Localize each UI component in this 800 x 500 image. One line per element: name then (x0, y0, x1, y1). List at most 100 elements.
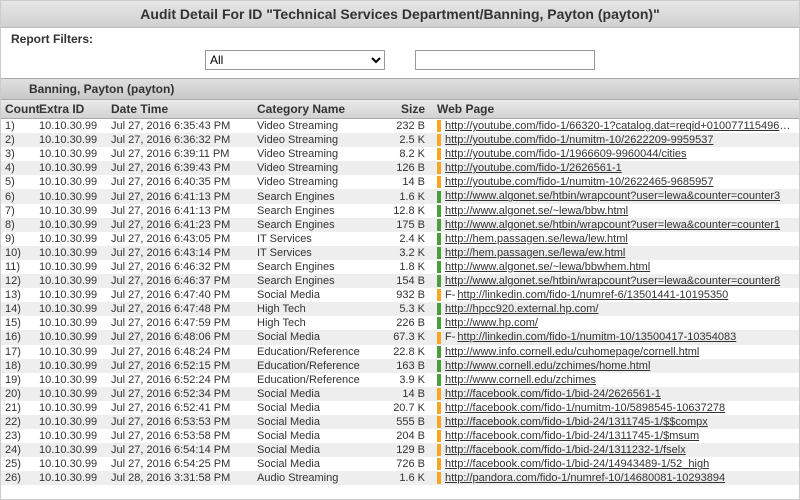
cell-category: Social Media (253, 443, 381, 457)
webpage-link[interactable]: http://www.algonet.se/htbin/wrapcount?us… (445, 190, 780, 202)
table-row: 23)10.10.30.99Jul 27, 2016 6:53:58 PMSoc… (1, 429, 799, 443)
cell-datetime: Jul 27, 2016 6:52:34 PM (107, 387, 253, 401)
group-header: Banning, Payton (payton) (1, 78, 799, 100)
col-extra[interactable]: Extra ID (35, 100, 107, 119)
webpage-link[interactable]: http://www.algonet.se/htbin/wrapcount?us… (445, 219, 780, 231)
cell-count: 9) (1, 232, 35, 246)
cell-category: Video Streaming (253, 175, 381, 189)
webpage-link[interactable]: http://www.algonet.se/~lewa/bbw.html (445, 205, 628, 217)
table-row: 4)10.10.30.99Jul 27, 2016 6:39:43 PMVide… (1, 161, 799, 175)
cell-size: 5.3 K (381, 302, 433, 316)
webpage-link[interactable]: http://hem.passagen.se/lewa/lew.html (445, 233, 628, 245)
webpage-link[interactable]: http://facebook.com/fido-1/bid-24/262656… (445, 388, 661, 400)
cell-webpage: http://facebook.com/fido-1/numitm-10/589… (433, 401, 799, 415)
status-bar-icon (437, 205, 441, 217)
cell-count: 17) (1, 345, 35, 359)
cell-datetime: Jul 27, 2016 6:41:13 PM (107, 189, 253, 203)
webpage-link[interactable]: http://hem.passagen.se/lewa/ew.html (445, 247, 625, 259)
webpage-link[interactable]: http://youtube.com/fido-1/66320-1?catalo… (445, 120, 799, 132)
webpage-link[interactable]: http://linkedin.com/fido-1/numref-6/1350… (457, 289, 728, 301)
cell-size: 22.8 K (381, 345, 433, 359)
status-bar-icon (437, 219, 441, 231)
cell-extra-id: 10.10.30.99 (35, 204, 107, 218)
webpage-link[interactable]: http://youtube.com/fido-1/1966609-996004… (445, 148, 687, 160)
cell-size: 3.2 K (381, 246, 433, 260)
cell-size: 12.8 K (381, 204, 433, 218)
table-row: 9)10.10.30.99Jul 27, 2016 6:43:05 PMIT S… (1, 232, 799, 246)
cell-webpage: http://facebook.com/fido-1/bid-24/149434… (433, 457, 799, 471)
table-row: 16)10.10.30.99Jul 27, 2016 6:48:06 PMSoc… (1, 330, 799, 344)
cell-webpage: http://hem.passagen.se/lewa/lew.html (433, 232, 799, 246)
cell-extra-id: 10.10.30.99 (35, 316, 107, 330)
webpage-link[interactable]: http://facebook.com/fido-1/bid-24/131174… (445, 430, 699, 442)
cell-datetime: Jul 27, 2016 6:52:24 PM (107, 373, 253, 387)
report-filters: Report Filters: All (1, 28, 799, 78)
webpage-link[interactable]: http://facebook.com/fido-1/bid-24/149434… (445, 458, 709, 470)
page-title: Audit Detail For ID "Technical Services … (1, 1, 799, 28)
table-row: 15)10.10.30.99Jul 27, 2016 6:47:59 PMHig… (1, 316, 799, 330)
webpage-link[interactable]: http://hpcc920.external.hp.com/ (445, 303, 598, 315)
table-row: 7)10.10.30.99Jul 27, 2016 6:41:13 PMSear… (1, 204, 799, 218)
cell-datetime: Jul 27, 2016 6:52:41 PM (107, 401, 253, 415)
cell-extra-id: 10.10.30.99 (35, 401, 107, 415)
cell-category: Search Engines (253, 218, 381, 232)
col-category[interactable]: Category Name (253, 100, 381, 119)
filter-input[interactable] (415, 50, 595, 70)
cell-count: 13) (1, 288, 35, 302)
cell-webpage: http://facebook.com/fido-1/bid-24/131174… (433, 415, 799, 429)
table-row: 18)10.10.30.99Jul 27, 2016 6:52:15 PMEdu… (1, 359, 799, 373)
webpage-link[interactable]: http://www.cornell.edu/zchimes/home.html (445, 360, 650, 372)
webpage-link[interactable]: http://www.algonet.se/~lewa/bbwhem.html (445, 261, 650, 273)
cell-webpage: http://www.algonet.se/htbin/wrapcount?us… (433, 274, 799, 288)
cell-webpage: F-http://linkedin.com/fido-1/numref-6/13… (433, 288, 799, 302)
cell-size: 555 B (381, 415, 433, 429)
cell-webpage: http://www.algonet.se/~lewa/bbw.html (433, 204, 799, 218)
cell-extra-id: 10.10.30.99 (35, 161, 107, 175)
table-row: 25)10.10.30.99Jul 27, 2016 6:54:25 PMSoc… (1, 457, 799, 471)
table-row: 2)10.10.30.99Jul 27, 2016 6:36:32 PMVide… (1, 133, 799, 147)
cell-webpage: http://facebook.com/fido-1/bid-24/131123… (433, 443, 799, 457)
webpage-link[interactable]: http://linkedin.com/fido-1/numitm-10/135… (457, 331, 736, 343)
webpage-link[interactable]: http://facebook.com/fido-1/bid-24/131123… (445, 444, 686, 456)
webpage-link[interactable]: http://facebook.com/fido-1/bid-24/131174… (445, 416, 708, 428)
cell-extra-id: 10.10.30.99 (35, 302, 107, 316)
cell-size: 204 B (381, 429, 433, 443)
cell-datetime: Jul 27, 2016 6:54:25 PM (107, 457, 253, 471)
webpage-link[interactable]: http://pandora.com/fido-1/numref-10/1468… (445, 472, 725, 484)
col-size[interactable]: Size (381, 100, 433, 119)
cell-size: 8.2 K (381, 147, 433, 161)
col-count[interactable]: Count (1, 100, 35, 119)
cell-extra-id: 10.10.30.99 (35, 260, 107, 274)
col-page[interactable]: Web Page (433, 100, 799, 119)
webpage-link[interactable]: http://www.algonet.se/htbin/wrapcount?us… (445, 275, 780, 287)
cell-count: 1) (1, 119, 35, 134)
webpage-link[interactable]: http://www.cornell.edu/zchimes (445, 374, 596, 386)
webpage-link[interactable]: http://youtube.com/fido-1/numitm-10/2622… (445, 176, 713, 188)
status-bar-icon (437, 430, 441, 442)
status-bar-icon (437, 332, 441, 344)
cell-count: 18) (1, 359, 35, 373)
cell-size: 2.5 K (381, 133, 433, 147)
cell-count: 15) (1, 316, 35, 330)
cell-category: Education/Reference (253, 373, 381, 387)
table-row: 10)10.10.30.99Jul 27, 2016 6:43:14 PMIT … (1, 246, 799, 260)
webpage-link[interactable]: http://youtube.com/fido-1/numitm-10/2622… (445, 134, 713, 146)
webpage-link[interactable]: http://www.hp.com/ (445, 317, 538, 329)
cell-extra-id: 10.10.30.99 (35, 415, 107, 429)
webpage-link[interactable]: http://youtube.com/fido-1/2626561-1 (445, 162, 622, 174)
filter-select[interactable]: All (205, 50, 385, 70)
cell-webpage: http://www.algonet.se/htbin/wrapcount?us… (433, 218, 799, 232)
cell-extra-id: 10.10.30.99 (35, 274, 107, 288)
col-date[interactable]: Date Time (107, 100, 253, 119)
webpage-link[interactable]: http://facebook.com/fido-1/numitm-10/589… (445, 402, 725, 414)
webpage-link[interactable]: http://www.info.cornell.edu/cuhomepage/c… (445, 346, 699, 358)
status-bar-icon (437, 120, 441, 132)
table-row: 26)10.10.30.99Jul 28, 2016 3:31:58 PMAud… (1, 471, 799, 485)
cell-extra-id: 10.10.30.99 (35, 359, 107, 373)
cell-datetime: Jul 27, 2016 6:52:15 PM (107, 359, 253, 373)
status-bar-icon (437, 360, 441, 372)
cell-extra-id: 10.10.30.99 (35, 457, 107, 471)
cell-webpage: http://youtube.com/fido-1/2626561-1 (433, 161, 799, 175)
cell-size: 175 B (381, 218, 433, 232)
cell-webpage: http://youtube.com/fido-1/numitm-10/2622… (433, 133, 799, 147)
